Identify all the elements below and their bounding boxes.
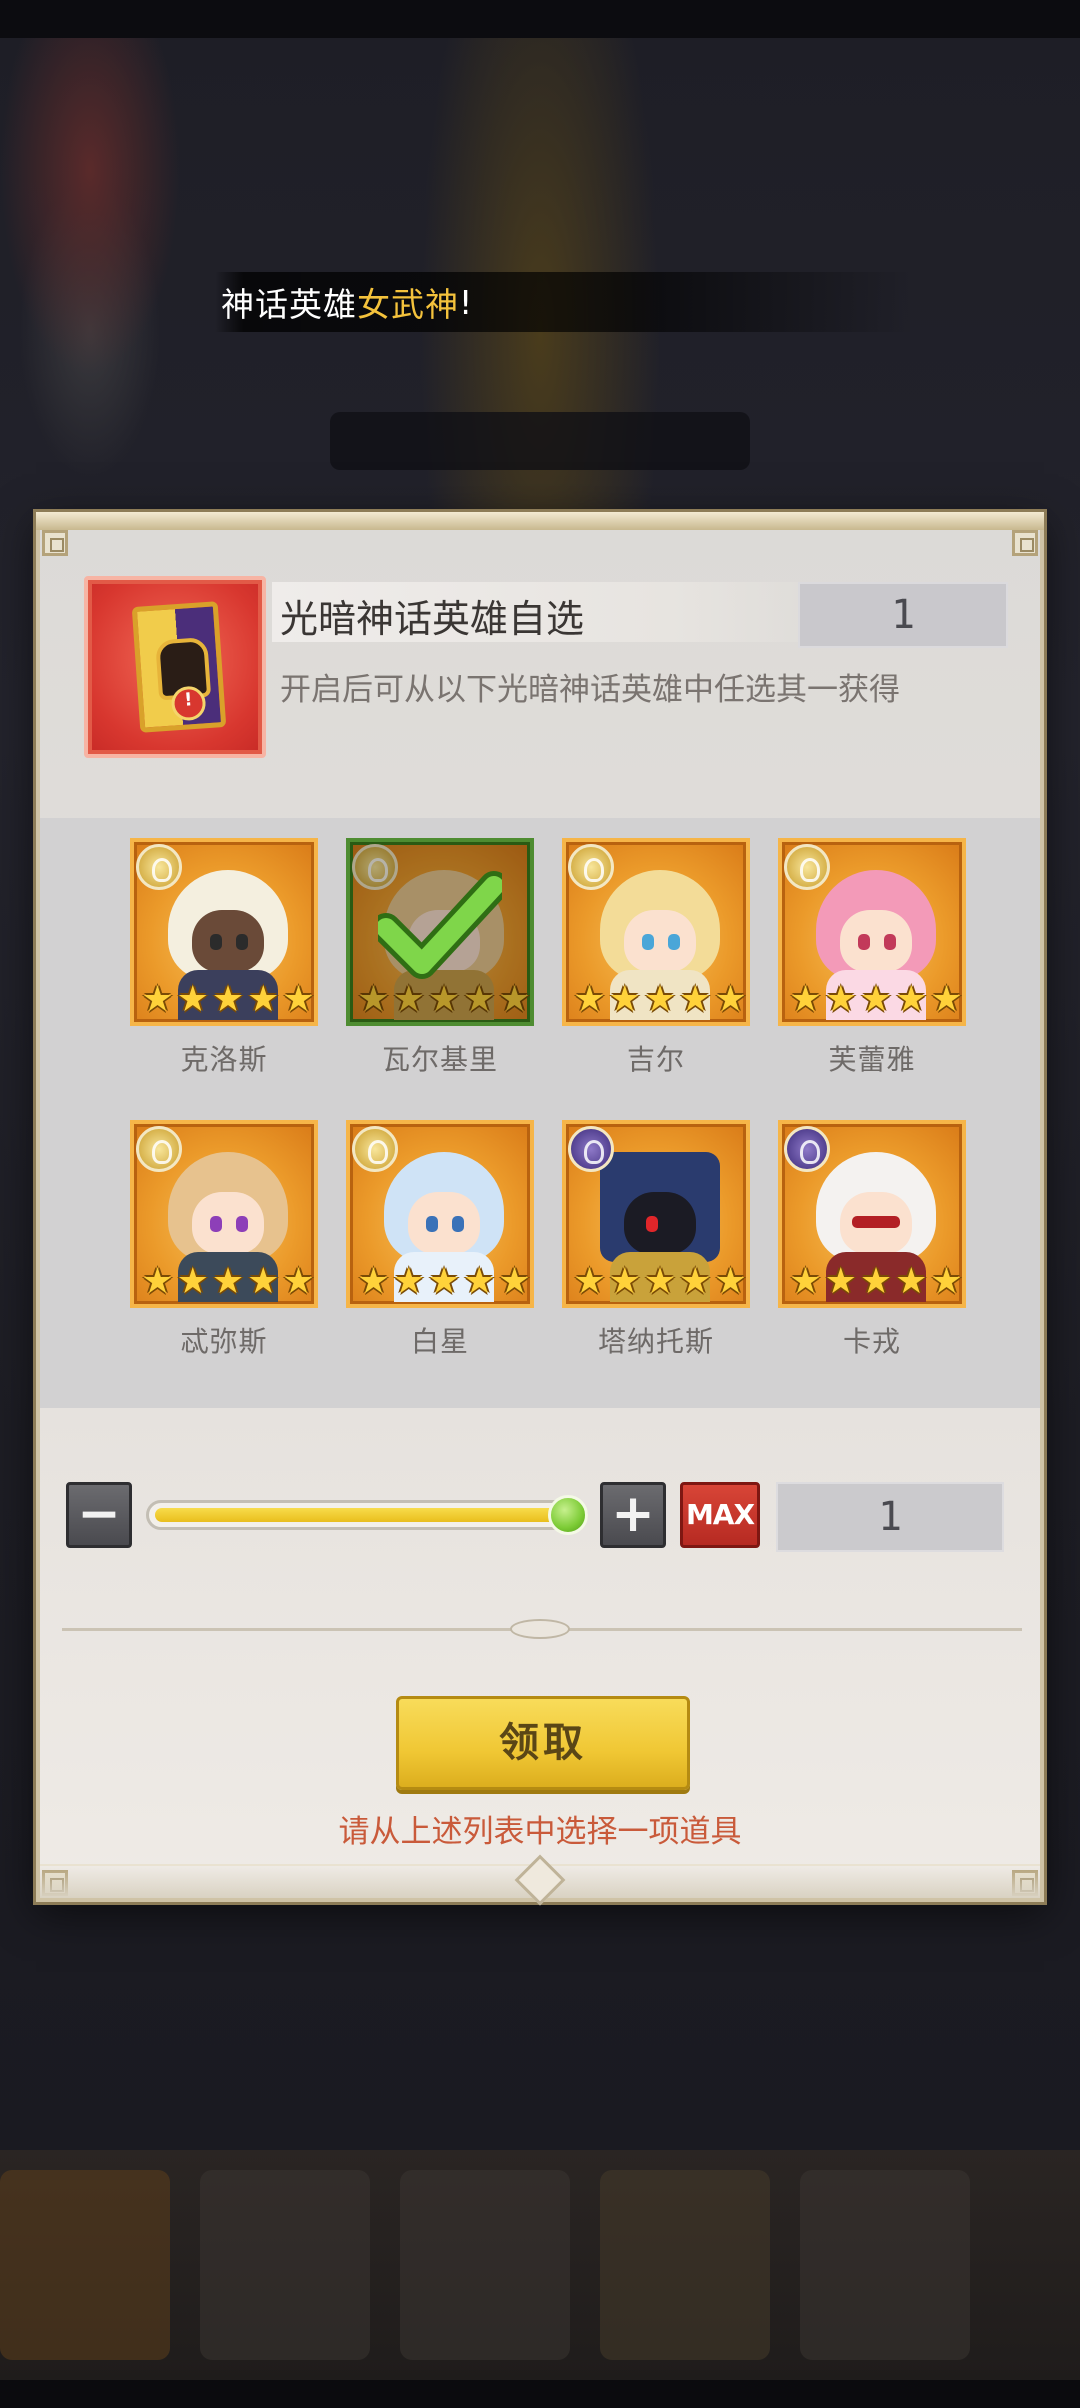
hero-portrait: ★ ★ ★ ★ ★ bbox=[562, 838, 750, 1026]
bottom-ornament bbox=[40, 1864, 1040, 1898]
selection-hint: 请从上述列表中选择一项道具 bbox=[338, 1814, 742, 1850]
toast-prefix: 神话英雄 bbox=[221, 285, 357, 324]
quantity-slider[interactable] bbox=[146, 1500, 588, 1530]
light-element-icon bbox=[352, 1126, 398, 1172]
max-button[interactable]: MAX bbox=[680, 1482, 760, 1548]
plus-icon: + bbox=[611, 1484, 655, 1544]
slider-handle[interactable] bbox=[548, 1495, 588, 1535]
light-element-icon bbox=[136, 1126, 182, 1172]
hero-select-dialog: 光暗神话英雄自选 1 开启后可从以下光暗神话英雄中任选其一获得 ★★★★★ 克洛… bbox=[36, 512, 1044, 1902]
hero-name: 塔纳托斯 bbox=[597, 1325, 714, 1358]
star-rating: ★ ★ ★ ★ ★ bbox=[789, 979, 963, 1020]
quantity-count: 1 bbox=[776, 1482, 1004, 1552]
hero-portrait: ★ ★ ★ ★ ★ bbox=[778, 1120, 966, 1308]
checkmark-icon bbox=[378, 871, 502, 979]
star-rating: ★ ★ ★ ★ ★ bbox=[141, 1261, 315, 1302]
hero-name: 忒弥斯 bbox=[180, 1325, 268, 1358]
notification-toast: 神话英雄 女武神! bbox=[215, 272, 915, 332]
divider-ornament-icon bbox=[510, 1619, 570, 1639]
dialog-top-border bbox=[36, 512, 1044, 530]
item-description: 开启后可从以下光暗神话英雄中任选其一获得 bbox=[280, 672, 900, 708]
hero-portrait: ★ ★ ★ ★ ★ bbox=[778, 838, 966, 1026]
hero-name: 白星 bbox=[410, 1325, 469, 1358]
light-element-icon bbox=[784, 844, 830, 890]
status-bar bbox=[0, 0, 1080, 38]
light-element-icon bbox=[136, 844, 182, 890]
corner-ornament-icon bbox=[1012, 530, 1038, 556]
hero-option-selected[interactable]: ★ ★ ★ ★ ★ 瓦尔基里 bbox=[346, 838, 534, 1078]
slider-fill bbox=[155, 1508, 571, 1522]
background-bottom-menu bbox=[0, 2150, 1080, 2380]
hero-name: 克洛斯 bbox=[180, 1043, 268, 1076]
hero-portrait: ★ ★ ★ ★ ★ bbox=[346, 1120, 534, 1308]
hero-name: 吉尔 bbox=[626, 1043, 685, 1076]
navigation-bar bbox=[0, 2380, 1080, 2408]
star-rating: ★ ★ ★ ★ ★ bbox=[141, 979, 315, 1020]
item-icon bbox=[84, 576, 266, 758]
dark-element-icon bbox=[568, 1126, 614, 1172]
increase-button[interactable]: + bbox=[600, 1482, 666, 1548]
hero-option[interactable]: ★ ★ ★ ★ ★ 芙蕾雅 bbox=[778, 838, 966, 1078]
star-rating: ★ ★ ★ ★ ★ bbox=[573, 1261, 747, 1302]
light-element-icon bbox=[568, 844, 614, 890]
hero-portrait: ★ ★ ★ ★ ★ bbox=[130, 838, 318, 1026]
star-rating: ★ ★ ★ ★ ★ bbox=[357, 1261, 531, 1302]
hero-option[interactable]: ★ ★ ★ ★ ★ 吉尔 bbox=[562, 838, 750, 1078]
hero-option[interactable]: ★ ★ ★ ★ ★ 白星 bbox=[346, 1120, 534, 1360]
hero-name: 卡戎 bbox=[842, 1325, 901, 1358]
star-rating: ★ ★ ★ ★ ★ bbox=[789, 1261, 963, 1302]
star-rating: ★ ★ ★ ★ ★ bbox=[357, 979, 531, 1020]
claim-button[interactable]: 领取 bbox=[396, 1696, 690, 1790]
toast-highlight: 女武神 bbox=[357, 285, 459, 324]
hero-option[interactable]: ★ ★ ★ ★ ★ 忒弥斯 bbox=[130, 1120, 318, 1360]
item-quantity: 1 bbox=[798, 582, 1008, 648]
hero-option[interactable]: ★ ★ ★ ★ ★ 克洛斯 bbox=[130, 838, 318, 1078]
dark-element-icon bbox=[784, 1126, 830, 1172]
hero-name: 瓦尔基里 bbox=[381, 1043, 498, 1076]
item-title: 光暗神话英雄自选 bbox=[280, 597, 585, 641]
minus-icon: − bbox=[77, 1484, 121, 1544]
hero-card-icon bbox=[131, 601, 227, 733]
hero-name: 芙蕾雅 bbox=[828, 1043, 916, 1076]
corner-ornament-icon bbox=[42, 530, 68, 556]
hero-option[interactable]: ★ ★ ★ ★ ★ 塔纳托斯 bbox=[562, 1120, 750, 1360]
hero-grid: ★ ★ ★ ★ ★ 克洛斯 ★ ★ ★ ★ ★ 瓦尔基里 ★ ★ ★ ★ ★ 吉… bbox=[40, 818, 1040, 1408]
background-tab-bar bbox=[330, 412, 750, 470]
hero-portrait: ★ ★ ★ ★ ★ bbox=[562, 1120, 750, 1308]
hero-option[interactable]: ★ ★ ★ ★ ★ 卡戎 bbox=[778, 1120, 966, 1360]
toast-suffix: ! bbox=[459, 282, 474, 322]
star-rating: ★ ★ ★ ★ ★ bbox=[573, 979, 747, 1020]
hero-portrait: ★ ★ ★ ★ ★ bbox=[130, 1120, 318, 1308]
decrease-button[interactable]: − bbox=[66, 1482, 132, 1548]
